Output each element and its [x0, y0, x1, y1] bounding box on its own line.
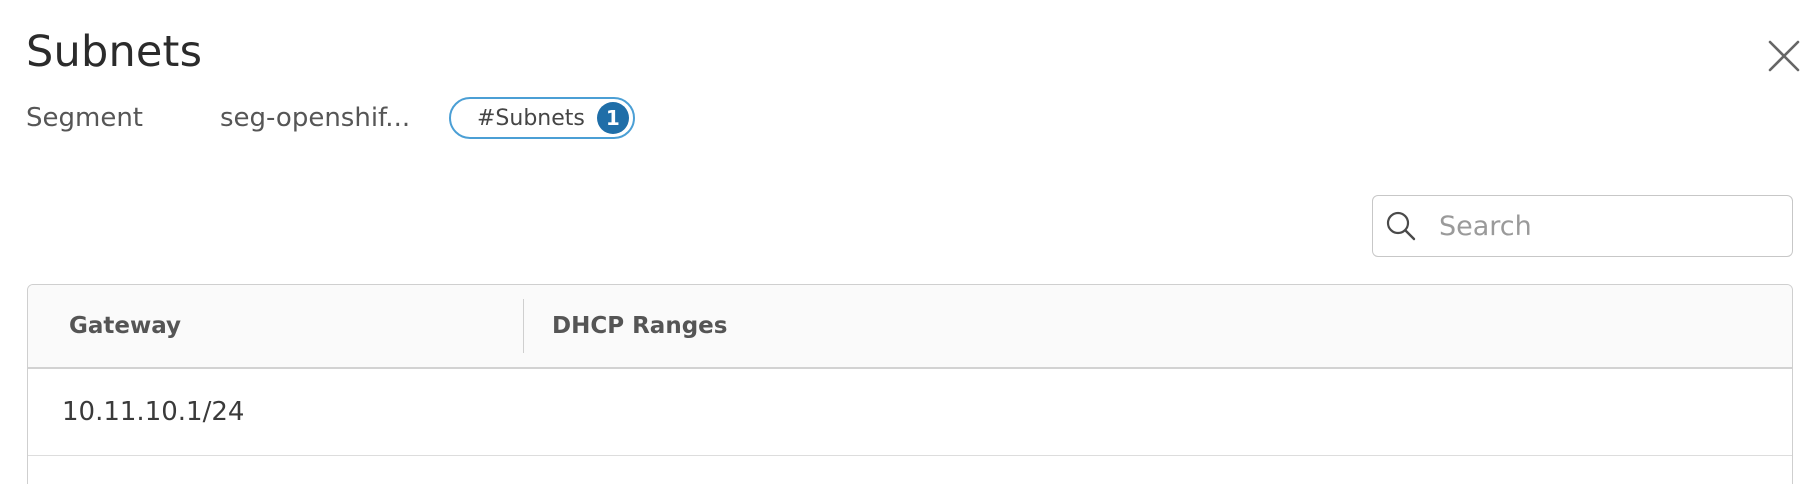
search-input[interactable]: [1437, 209, 1771, 243]
column-header-dhcp-ranges[interactable]: DHCP Ranges: [524, 313, 727, 339]
search-icon: [1383, 208, 1419, 244]
segment-label: Segment: [26, 103, 143, 133]
segment-info: Segment seg-openshif... #Subnets 1: [26, 96, 635, 140]
segment-name: seg-openshif...: [220, 103, 411, 133]
close-icon: [1768, 40, 1800, 72]
column-header-gateway[interactable]: Gateway: [28, 313, 523, 339]
table-row[interactable]: 10.11.10.1/24: [28, 369, 1792, 456]
table-header: Gateway DHCP Ranges: [28, 285, 1792, 369]
cell-gateway: 10.11.10.1/24: [62, 397, 245, 427]
subnets-count-badge: 1: [596, 102, 629, 134]
subnets-table: Gateway DHCP Ranges 10.11.10.1/24: [27, 284, 1793, 484]
subnets-pill-label: #Subnets: [477, 105, 585, 131]
subnets-count-pill[interactable]: #Subnets 1: [449, 97, 635, 139]
subnets-dialog: Subnets Segment seg-openshif... #Subnets…: [0, 0, 1808, 484]
close-button[interactable]: [1764, 36, 1804, 76]
search-box[interactable]: [1372, 195, 1793, 257]
dialog-title: Subnets: [26, 27, 203, 77]
